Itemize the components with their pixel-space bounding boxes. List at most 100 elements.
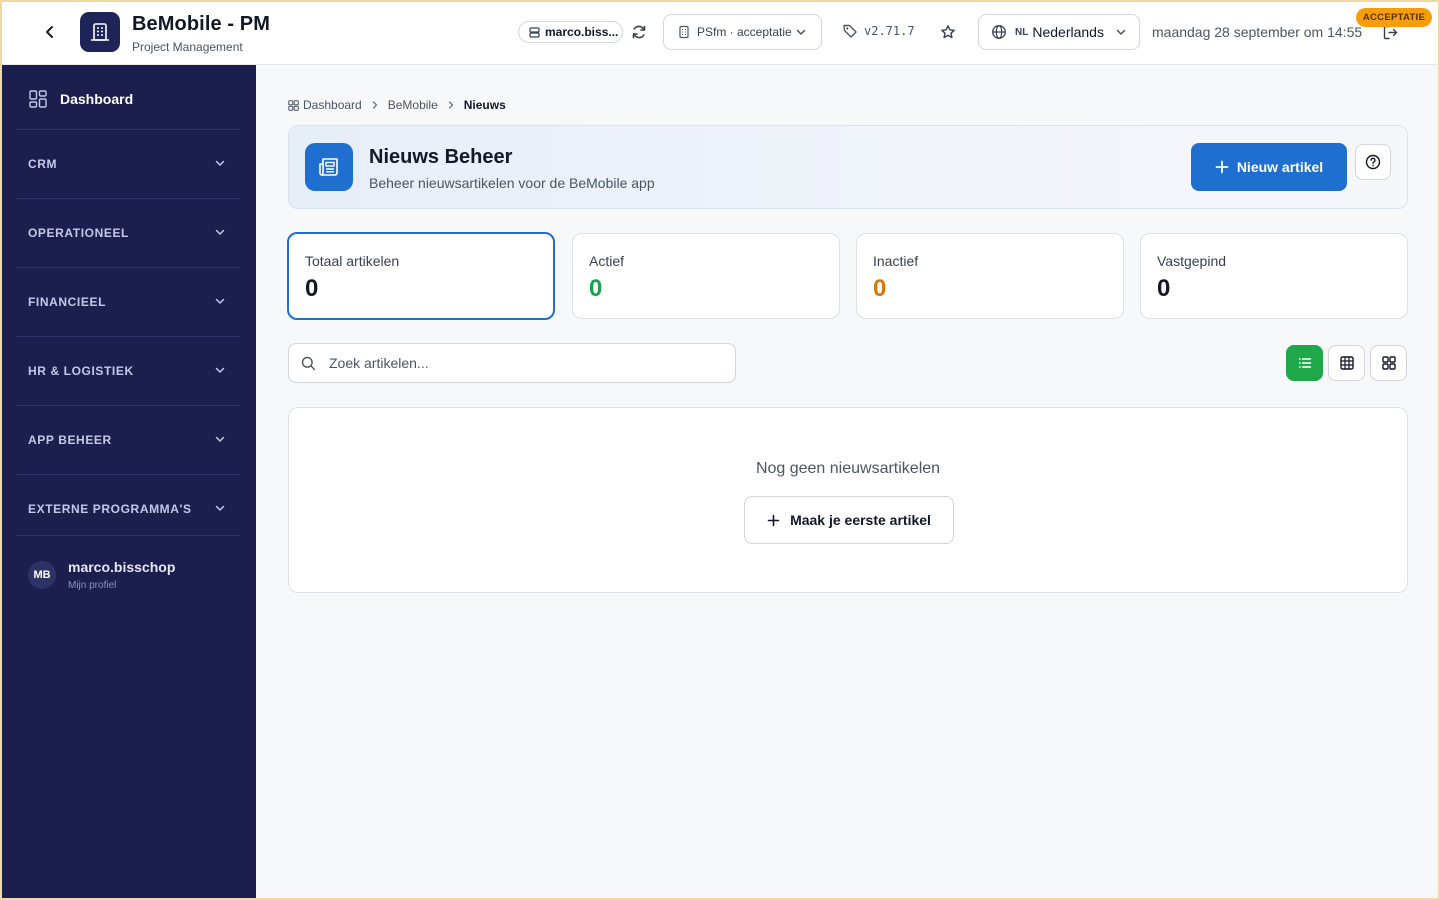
- chevron-down-icon: [215, 160, 225, 166]
- tag-icon: [843, 24, 857, 38]
- language-select[interactable]: NL Nederlands: [978, 14, 1140, 50]
- list-icon: [1298, 358, 1311, 368]
- plus-icon: [1215, 160, 1229, 174]
- version-label: v2.71.7: [864, 24, 915, 38]
- sidebar-group-hr-logistiek[interactable]: HR & LOGISTIEK: [16, 351, 240, 391]
- breadcrumb-item-current: Nieuws: [463, 98, 506, 112]
- view-grid-button[interactable]: [1370, 345, 1407, 381]
- refresh-icon: [632, 25, 646, 39]
- current-datetime: maandag 28 september om 14:55: [1152, 24, 1363, 40]
- avatar: MB: [28, 561, 56, 589]
- page-header: Nieuws Beheer Beheer nieuwsartikelen voo…: [288, 125, 1408, 209]
- sidebar-group-operationeel[interactable]: OPERATIONEEL: [16, 213, 240, 253]
- building-icon: [90, 23, 110, 41]
- grid-icon: [1381, 356, 1396, 370]
- building-icon: [679, 25, 689, 39]
- app-title: BeMobile - PM: [132, 13, 270, 35]
- dashboard-icon: [29, 90, 47, 108]
- version-tag: v2.71.7: [842, 23, 915, 39]
- chevron-down-icon: [796, 29, 806, 35]
- stat-value: 0: [589, 275, 603, 302]
- stat-card-active[interactable]: Actief 0: [572, 233, 840, 319]
- sidebar-group-label: CRM: [28, 157, 58, 171]
- globe-icon: [992, 25, 1006, 39]
- view-list-button[interactable]: [1286, 345, 1323, 381]
- refresh-button[interactable]: [629, 22, 649, 42]
- sidebar-group-app-beheer[interactable]: APP BEHEER: [16, 420, 240, 460]
- user-chip-label: marco.biss...: [545, 25, 619, 39]
- user-chip[interactable]: marco.biss...: [518, 21, 623, 43]
- sidebar-divider: [16, 336, 240, 337]
- environment-label: PSfm · acceptatie: [697, 25, 792, 39]
- chevron-right-icon: [372, 101, 378, 109]
- stat-card-total[interactable]: Totaal artikelen 0: [287, 232, 555, 320]
- create-first-article-button[interactable]: Maak je eerste artikel: [744, 496, 954, 544]
- chevron-down-icon: [215, 229, 225, 235]
- chevron-down-icon: [215, 505, 225, 511]
- sidebar-user-profile[interactable]: MB marco.bisschop Mijn profiel: [28, 555, 240, 595]
- sidebar-divider: [16, 129, 240, 130]
- sidebar-divider: [16, 198, 240, 199]
- sidebar-group-financieel[interactable]: FINANCIEEL: [16, 282, 240, 322]
- page-subtitle: Beheer nieuwsartikelen voor de BeMobile …: [369, 175, 655, 191]
- view-table-button[interactable]: [1328, 345, 1365, 381]
- chevron-left-icon: [46, 26, 53, 38]
- sidebar-group-externe-programmas[interactable]: EXTERNE PROGRAMMA'S: [16, 489, 240, 529]
- help-circle-icon: [1365, 154, 1381, 170]
- favorite-button[interactable]: [938, 22, 958, 42]
- sidebar-group-crm[interactable]: CRM: [16, 144, 240, 184]
- breadcrumb-item-bemobile[interactable]: BeMobile: [388, 98, 438, 112]
- newspaper-icon: [319, 158, 338, 176]
- help-button[interactable]: [1355, 144, 1391, 180]
- chevron-down-icon: [1116, 29, 1126, 35]
- chevron-down-icon: [215, 367, 225, 373]
- language-label: Nederlands: [1032, 24, 1104, 40]
- app-subtitle: Project Management: [132, 40, 243, 54]
- create-first-article-label: Maak je eerste artikel: [790, 512, 931, 528]
- sidebar-group-label: FINANCIEEL: [28, 295, 106, 309]
- sidebar-group-label: APP BEHEER: [28, 433, 112, 447]
- page-icon: [305, 143, 353, 191]
- language-code: NL: [1015, 26, 1029, 38]
- sidebar-divider: [16, 474, 240, 475]
- star-icon: [941, 25, 955, 39]
- dashboard-icon: [288, 99, 299, 111]
- chevron-down-icon: [215, 298, 225, 304]
- stat-card-inactive[interactable]: Inactief 0: [856, 233, 1124, 319]
- sidebar-divider: [16, 267, 240, 268]
- stat-value: 0: [1157, 275, 1171, 302]
- breadcrumb-label: Dashboard: [303, 98, 362, 112]
- user-profile-link: Mijn profiel: [68, 580, 117, 591]
- chevron-right-icon: [448, 101, 454, 109]
- page-title: Nieuws Beheer: [369, 146, 513, 168]
- search-input[interactable]: [329, 344, 729, 382]
- sidebar-group-label: OPERATIONEEL: [28, 226, 129, 240]
- top-bar: BeMobile - PM Project Management marco.b…: [0, 0, 1440, 65]
- articles-empty-state: Nog geen nieuwsartikelen Maak je eerste …: [288, 407, 1408, 593]
- plus-icon: [767, 514, 780, 526]
- sidebar-item-dashboard[interactable]: Dashboard: [16, 79, 240, 119]
- sidebar-group-label: HR & LOGISTIEK: [28, 364, 134, 378]
- stat-value: 0: [305, 275, 319, 302]
- stat-card-pinned[interactable]: Vastgepind 0: [1140, 233, 1408, 319]
- new-article-button[interactable]: Nieuw artikel: [1191, 143, 1347, 191]
- environment-badge: ACCEPTATIE: [1356, 8, 1432, 27]
- new-article-label: Nieuw artikel: [1236, 159, 1324, 175]
- back-button[interactable]: [38, 20, 62, 44]
- breadcrumb-item-dashboard[interactable]: Dashboard: [288, 98, 362, 112]
- chevron-down-icon: [215, 436, 225, 442]
- stat-label: Totaal artikelen: [305, 253, 400, 269]
- stat-label: Inactief: [873, 253, 919, 269]
- sidebar-divider: [16, 405, 240, 406]
- user-name: marco.bisschop: [68, 559, 176, 575]
- empty-state-message: Nog geen nieuwsartikelen: [755, 460, 941, 477]
- breadcrumb: Dashboard BeMobile Nieuws: [288, 98, 506, 112]
- stat-label: Actief: [589, 253, 625, 269]
- sidebar-group-label: EXTERNE PROGRAMMA'S: [28, 502, 192, 516]
- stat-value: 0: [873, 275, 887, 302]
- sidebar-item-label: Dashboard: [60, 91, 134, 107]
- environment-select[interactable]: PSfm · acceptatie: [663, 14, 822, 50]
- sidebar-divider: [16, 535, 240, 536]
- server-icon: [529, 26, 540, 38]
- sidebar: Dashboard CRM OPERATIONEEL FINANCIEEL HR…: [0, 65, 256, 900]
